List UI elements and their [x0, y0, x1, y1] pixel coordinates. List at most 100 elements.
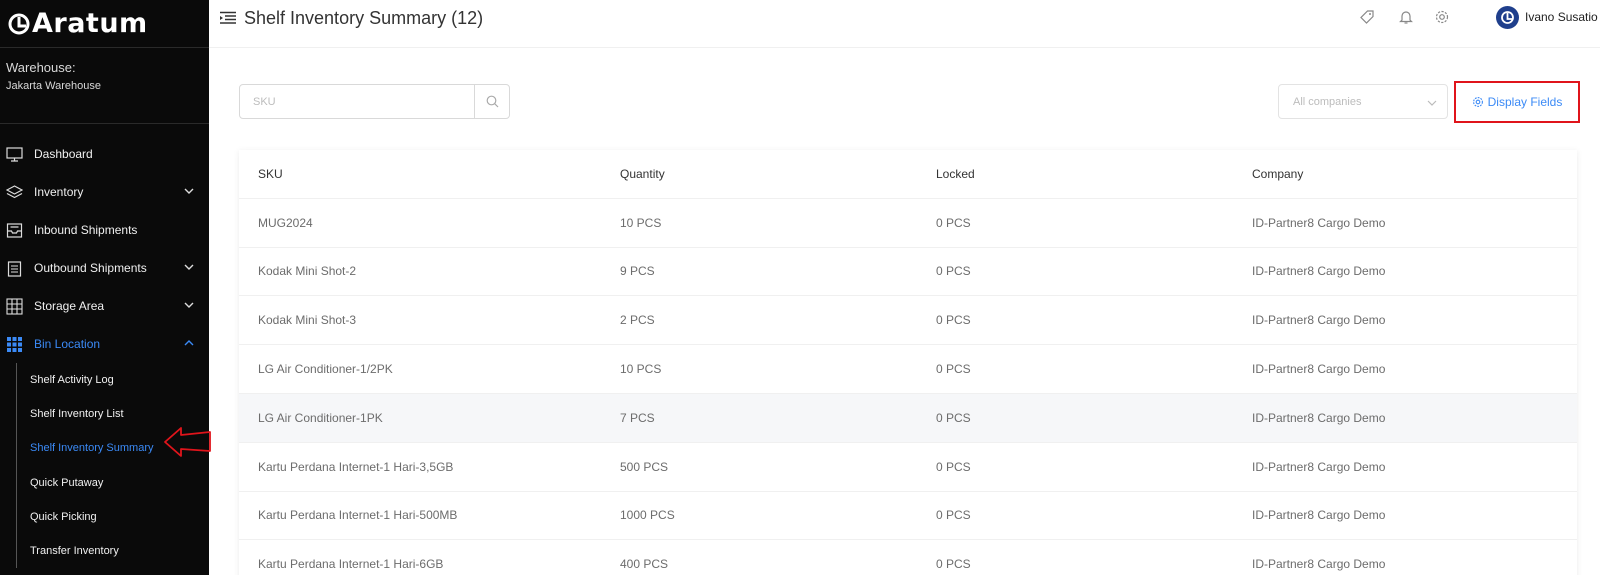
cell-locked: 0 PCS: [936, 362, 971, 377]
search-button[interactable]: [474, 85, 509, 118]
sidebar-item-storage-area[interactable]: Storage Area: [0, 287, 209, 325]
submenu-item-quick-picking[interactable]: Quick Picking: [17, 500, 209, 534]
top-bar: Shelf Inventory Summary (12) Ivano Susat…: [209, 0, 1600, 48]
sidebar-item-bin-location[interactable]: Bin Location: [0, 325, 209, 363]
company-select-placeholder: All companies: [1293, 95, 1362, 108]
sidebar-item-label: Dashboard: [34, 147, 93, 161]
logo[interactable]: Aratum: [0, 0, 209, 48]
aratum-logo-icon: [8, 13, 30, 34]
cell-sku: LG Air Conditioner-1PK: [258, 410, 383, 425]
sidebar-menu: Dashboard Inventory Inbound Shipments Ou…: [0, 124, 209, 569]
cell-quantity: 400 PCS: [620, 557, 669, 572]
column-header-company[interactable]: Company: [1252, 167, 1577, 181]
cell-company: ID-Partner8 Cargo Demo: [1252, 313, 1386, 328]
cell-company: ID-Partner8 Cargo Demo: [1252, 410, 1386, 425]
cell-quantity: 500 PCS: [620, 459, 669, 474]
sidebar-item-dashboard[interactable]: Dashboard: [0, 135, 209, 173]
sidebar-item-label: Inventory: [34, 185, 84, 199]
cell-locked: 0 PCS: [936, 459, 971, 474]
cell-locked: 0 PCS: [936, 313, 971, 328]
table-header: SKU Quantity Locked Company: [239, 150, 1577, 199]
gear-icon[interactable]: [1434, 9, 1450, 25]
display-fields-label: Display Fields: [1487, 95, 1563, 109]
page-title: Shelf Inventory Summary (12): [244, 8, 484, 28]
table-row[interactable]: Kodak Mini Shot-3 2 PCS 0 PCS ID-Partner…: [239, 296, 1577, 346]
cell-quantity: 2 PCS: [620, 313, 655, 328]
bell-icon[interactable]: [1398, 9, 1414, 25]
cell-quantity: 10 PCS: [620, 215, 662, 230]
table-row[interactable]: LG Air Conditioner-1/2PK 10 PCS 0 PCS ID…: [239, 345, 1577, 394]
cell-sku: MUG2024: [258, 215, 313, 230]
submenu-item-transfer-inventory[interactable]: Transfer Inventory: [17, 534, 209, 568]
table-row[interactable]: LG Air Conditioner-1PK 7 PCS 0 PCS ID-Pa…: [239, 393, 1577, 443]
chevron-down-icon: [184, 302, 194, 308]
cell-sku: Kartu Perdana Internet-1 Hari-3,5GB: [258, 459, 454, 474]
table-row[interactable]: Kartu Perdana Internet-1 Hari-500MB 1000…: [239, 492, 1577, 541]
cell-locked: 0 PCS: [936, 557, 971, 572]
gear-icon: [1472, 97, 1483, 107]
submenu-item-quick-putaway[interactable]: Quick Putaway: [17, 466, 209, 500]
chevron-down-icon: [184, 188, 194, 194]
column-header-quantity[interactable]: Quantity: [620, 167, 936, 181]
cell-sku: Kodak Mini Shot-3: [258, 313, 357, 328]
sidebar-item-inbound-shipments[interactable]: Inbound Shipments: [0, 211, 209, 249]
chevron-down-icon: [184, 264, 194, 270]
table-row[interactable]: Kartu Perdana Internet-1 Hari-3,5GB 500 …: [239, 443, 1577, 492]
cell-locked: 0 PCS: [936, 264, 971, 279]
sidebar: Aratum Warehouse: Jakarta Warehouse Dash…: [0, 0, 209, 575]
logo-text: Aratum: [32, 8, 148, 39]
display-fields-button[interactable]: Display Fields: [1454, 81, 1580, 123]
cell-quantity: 10 PCS: [620, 362, 662, 377]
sidebar-item-outbound-shipments[interactable]: Outbound Shipments: [0, 249, 209, 287]
cell-locked: 0 PCS: [936, 508, 971, 523]
annotation-arrow: [164, 427, 211, 457]
warehouse-selector[interactable]: Warehouse: Jakarta Warehouse: [0, 48, 209, 124]
sidebar-item-label: Storage Area: [34, 299, 105, 313]
cell-quantity: 9 PCS: [620, 264, 655, 279]
submenu-item-shelf-activity-log[interactable]: Shelf Activity Log: [17, 363, 209, 397]
chevron-down-icon: [1427, 100, 1437, 106]
warehouse-label: Warehouse:: [6, 60, 76, 75]
layers-icon: [6, 184, 23, 198]
user-name[interactable]: Ivano Susatio: [1525, 10, 1598, 24]
avatar[interactable]: [1496, 6, 1519, 29]
cell-sku: Kartu Perdana Internet-1 Hari-500MB: [258, 508, 458, 523]
cell-company: ID-Partner8 Cargo Demo: [1252, 264, 1386, 279]
bin-location-submenu: Shelf Activity Log Shelf Inventory List …: [16, 363, 209, 569]
user-logo-icon: [1501, 11, 1514, 24]
company-select[interactable]: All companies: [1278, 84, 1448, 119]
menu-toggle-icon[interactable]: [219, 11, 237, 25]
warehouse-value: Jakarta Warehouse: [6, 80, 101, 92]
sku-search: [239, 84, 510, 119]
sidebar-item-label: Bin Location: [34, 337, 101, 351]
table-row[interactable]: MUG2024 10 PCS 0 PCS ID-Partner8 Cargo D…: [239, 199, 1577, 248]
column-header-sku[interactable]: SKU: [239, 167, 620, 181]
search-icon: [486, 95, 498, 108]
cell-locked: 0 PCS: [936, 410, 971, 425]
column-header-locked[interactable]: Locked: [936, 167, 1252, 181]
table-row[interactable]: Kartu Perdana Internet-1 Hari-6GB 400 PC…: [239, 540, 1577, 575]
cell-company: ID-Partner8 Cargo Demo: [1252, 508, 1386, 523]
tag-icon[interactable]: [1359, 9, 1375, 25]
cell-company: ID-Partner8 Cargo Demo: [1252, 362, 1386, 377]
inventory-summary-table: SKU Quantity Locked Company MUG2024 10 P…: [239, 150, 1577, 575]
cell-company: ID-Partner8 Cargo Demo: [1252, 215, 1386, 230]
cell-sku: Kodak Mini Shot-2: [258, 264, 357, 279]
inbox-icon: [6, 222, 23, 238]
sku-search-input[interactable]: [240, 85, 475, 118]
sidebar-item-inventory[interactable]: Inventory: [0, 173, 209, 211]
cell-sku: Kartu Perdana Internet-1 Hari-6GB: [258, 557, 444, 572]
table-row[interactable]: Kodak Mini Shot-2 9 PCS 0 PCS ID-Partner…: [239, 248, 1577, 297]
apps-icon: [7, 336, 22, 352]
cell-company: ID-Partner8 Cargo Demo: [1252, 557, 1386, 572]
cell-sku: LG Air Conditioner-1/2PK: [258, 362, 393, 377]
grid-icon: [6, 297, 23, 315]
cell-company: ID-Partner8 Cargo Demo: [1252, 459, 1386, 474]
monitor-icon: [6, 146, 23, 162]
clipboard-icon: [7, 260, 22, 277]
cell-quantity: 7 PCS: [620, 410, 655, 425]
chevron-up-icon: [184, 340, 194, 346]
cell-quantity: 1000 PCS: [620, 508, 675, 523]
cell-locked: 0 PCS: [936, 215, 971, 230]
sidebar-item-label: Outbound Shipments: [34, 261, 147, 275]
